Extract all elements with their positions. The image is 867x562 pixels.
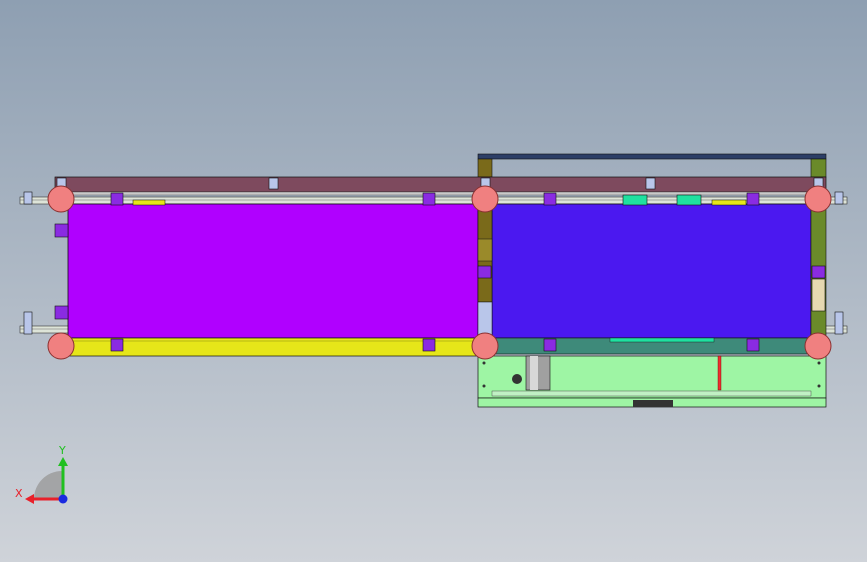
roller-top-middle — [471, 185, 499, 213]
roller-bottom-left — [47, 332, 75, 360]
roller-bottom-right — [804, 332, 832, 360]
top-rail[interactable] — [54, 176, 827, 196]
z-axis-dot — [58, 494, 68, 504]
roller-top-right — [804, 185, 832, 213]
triad-y-label: Y — [59, 444, 66, 457]
right-side-post[interactable] — [810, 191, 827, 339]
right-conveyor-belt[interactable] — [491, 203, 812, 339]
cad-graphics-viewport[interactable]: Y X — [0, 0, 867, 562]
left-conveyor-belt[interactable] — [67, 203, 479, 339]
roller-top-left — [47, 185, 75, 213]
roller-bottom-middle — [471, 332, 499, 360]
triad-x-label: X — [15, 487, 23, 500]
drive-base-box[interactable] — [477, 337, 827, 408]
left-bottom-rail[interactable] — [67, 337, 479, 357]
